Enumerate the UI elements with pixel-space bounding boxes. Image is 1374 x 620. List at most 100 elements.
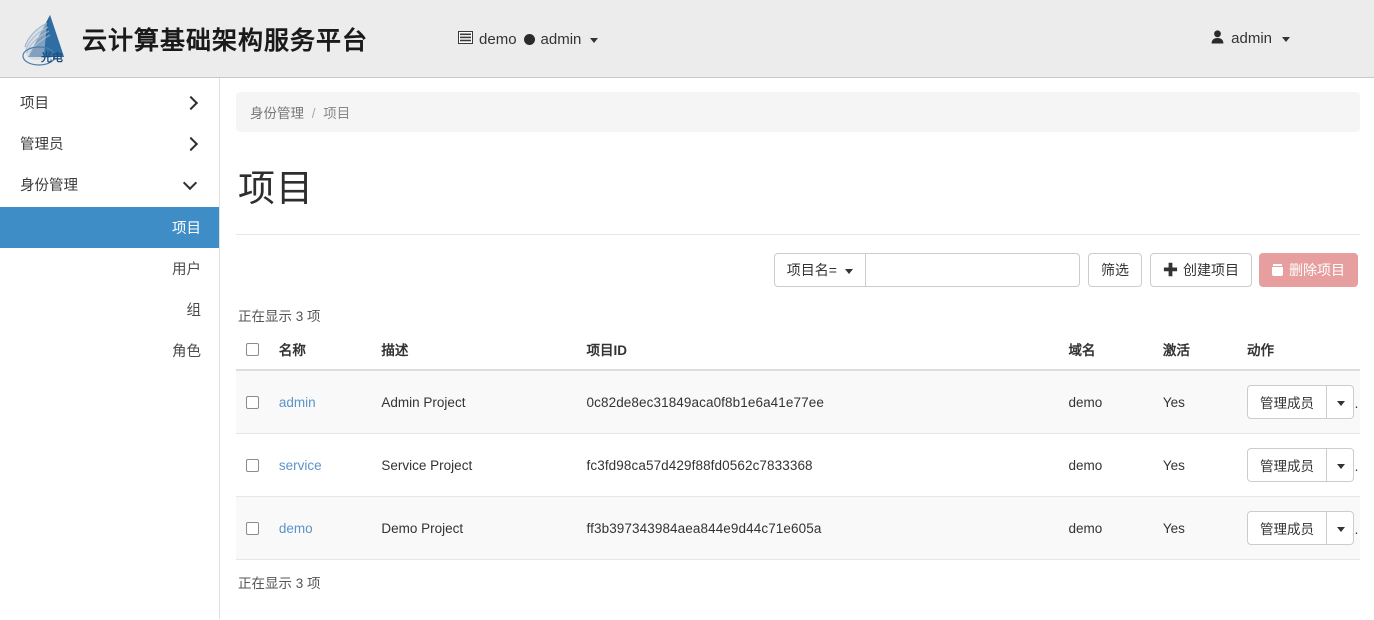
sidebar-group-label: 身份管理 (20, 178, 78, 194)
top-navbar: 光电 云计算基础架构服务平台 demo admin admin (0, 0, 1374, 78)
projects-table: 名称 描述 项目ID 域名 激活 动作 admin Admin Project … (236, 333, 1360, 560)
current-project[interactable]: demo (458, 31, 517, 48)
row-checkbox[interactable] (246, 459, 259, 473)
row-action-split-button: 管理成员 (1246, 385, 1354, 419)
caret-down-icon (1337, 400, 1346, 406)
row-actions-dropdown-toggle[interactable] (1326, 511, 1354, 545)
row-checkbox[interactable] (246, 522, 259, 536)
chevron-right-icon (184, 96, 197, 109)
brand-logo-link[interactable]: 光电 云计算基础架构服务平台 (14, 11, 368, 67)
dot-icon (523, 34, 535, 45)
plus-icon: ✚ (1162, 261, 1178, 279)
cell-domain: demo (1060, 370, 1155, 434)
user-menu[interactable]: admin (1211, 29, 1290, 48)
sidebar-item-label: 项目 (172, 221, 201, 237)
row-actions-dropdown-toggle[interactable] (1326, 448, 1354, 482)
delete-projects-button[interactable]: 删除项目 (1259, 253, 1358, 287)
sidebar-item-projects[interactable]: 项目 (0, 207, 219, 248)
table-body: admin Admin Project 0c82de8ec31849aca0f8… (236, 370, 1360, 560)
project-link[interactable]: service (279, 458, 322, 473)
sidebar-item-roles[interactable]: 角色 (0, 330, 219, 371)
project-link[interactable]: admin (279, 395, 316, 410)
sidebar-group-label: 管理员 (20, 137, 64, 153)
sidebar-item-label: 角色 (172, 344, 201, 360)
select-all-checkbox[interactable] (246, 343, 259, 357)
manage-members-button[interactable]: 管理成员 (1246, 448, 1327, 482)
cell-description: Demo Project (373, 496, 579, 560)
sidebar-item-label: 用户 (172, 262, 201, 278)
cell-enabled: Yes (1154, 370, 1239, 434)
sidebar-group-label: 项目 (20, 96, 49, 112)
sidebar-item-users[interactable]: 用户 (0, 248, 219, 289)
cell-domain: demo (1060, 496, 1155, 560)
page-title: 项目 (238, 168, 314, 209)
header-enabled[interactable]: 激活 (1154, 333, 1239, 371)
sidebar-group-identity[interactable]: 身份管理 (0, 164, 219, 205)
breadcrumb: 身份管理 / 项目 (236, 92, 1360, 132)
cell-name: demo (270, 496, 374, 560)
row-select-cell (236, 370, 271, 434)
current-domain-label: admin (540, 31, 582, 48)
select-all-header (236, 333, 271, 371)
current-domain[interactable]: admin (523, 31, 599, 48)
project-domain-switcher[interactable]: demo admin (458, 29, 599, 48)
cell-project-id: 0c82de8ec31849aca0f8b1e6a41e77ee (578, 370, 1061, 434)
cell-actions: 管理成员 (1238, 496, 1360, 560)
caret-down-icon (1337, 463, 1346, 469)
sidebar-item-label: 组 (186, 303, 202, 319)
header-project-id[interactable]: 项目ID (578, 333, 1061, 371)
search-group: 项目名= (773, 253, 1080, 287)
table-row[interactable]: service Service Project fc3fd98ca57d429f… (236, 433, 1360, 497)
results-count-bottom: 正在显示 3 项 (238, 576, 321, 591)
delete-projects-label: 删除项目 (1289, 262, 1345, 278)
chevron-down-icon (184, 178, 197, 191)
row-checkbox[interactable] (246, 396, 259, 410)
main-content: 身份管理 / 项目 项目 项目名= 筛选 ✚ 创建项目 删除项目 正在显示 3 … (220, 78, 1374, 619)
breadcrumb-separator: / (311, 106, 316, 121)
cell-enabled: Yes (1154, 496, 1239, 560)
header-description[interactable]: 描述 (373, 333, 579, 371)
cell-project-id: fc3fd98ca57d429f88fd0562c7833368 (578, 433, 1061, 497)
current-project-label: demo (479, 31, 517, 48)
filter-key-label: 项目名= (786, 262, 837, 278)
table-head: 名称 描述 项目ID 域名 激活 动作 (236, 333, 1360, 371)
header-actions: 动作 (1238, 333, 1360, 371)
user-menu-label: admin (1231, 30, 1272, 47)
svg-text:光电: 光电 (40, 50, 63, 64)
table-header-row: 名称 描述 项目ID 域名 激活 动作 (236, 333, 1360, 371)
header-name[interactable]: 名称 (270, 333, 374, 371)
breadcrumb-current: 项目 (323, 106, 351, 121)
cell-actions: 管理成员 (1238, 433, 1360, 497)
create-project-button[interactable]: ✚ 创建项目 (1149, 253, 1252, 287)
search-input[interactable] (865, 253, 1080, 287)
list-table-icon (458, 31, 474, 48)
create-project-label: 创建项目 (1183, 262, 1239, 278)
header-domain[interactable]: 域名 (1060, 333, 1155, 371)
row-select-cell (236, 433, 271, 497)
filter-button[interactable]: 筛选 (1087, 253, 1142, 287)
row-actions-dropdown-toggle[interactable] (1326, 385, 1354, 419)
table-row[interactable]: admin Admin Project 0c82de8ec31849aca0f8… (236, 370, 1360, 434)
title-divider (236, 234, 1360, 235)
cell-project-id: ff3b397343984aea844e9d44c71e605a (578, 496, 1061, 560)
brand-title: 云计算基础架构服务平台 (82, 25, 369, 55)
sidebar-item-groups[interactable]: 组 (0, 289, 219, 330)
manage-members-button[interactable]: 管理成员 (1246, 511, 1327, 545)
sidebar-group-projects[interactable]: 项目 (0, 82, 219, 123)
row-action-split-button: 管理成员 (1246, 448, 1354, 482)
sidebar-group-admin[interactable]: 管理员 (0, 123, 219, 164)
cell-description: Service Project (373, 433, 579, 497)
mountain-triangle-logo-icon: 光电 (14, 11, 72, 67)
breadcrumb-parent[interactable]: 身份管理 (250, 106, 304, 121)
chevron-right-icon (184, 137, 197, 150)
filter-key-dropdown[interactable]: 项目名= (773, 253, 866, 287)
caret-down-icon (844, 268, 853, 274)
project-link[interactable]: demo (279, 521, 313, 536)
cell-domain: demo (1060, 433, 1155, 497)
table-row[interactable]: demo Demo Project ff3b397343984aea844e9d… (236, 496, 1360, 560)
table-toolbar: 项目名= 筛选 ✚ 创建项目 删除项目 (236, 253, 1360, 287)
row-action-split-button: 管理成员 (1246, 511, 1354, 545)
cell-name: admin (270, 370, 374, 434)
user-person-icon (1211, 29, 1224, 48)
manage-members-button[interactable]: 管理成员 (1246, 385, 1327, 419)
